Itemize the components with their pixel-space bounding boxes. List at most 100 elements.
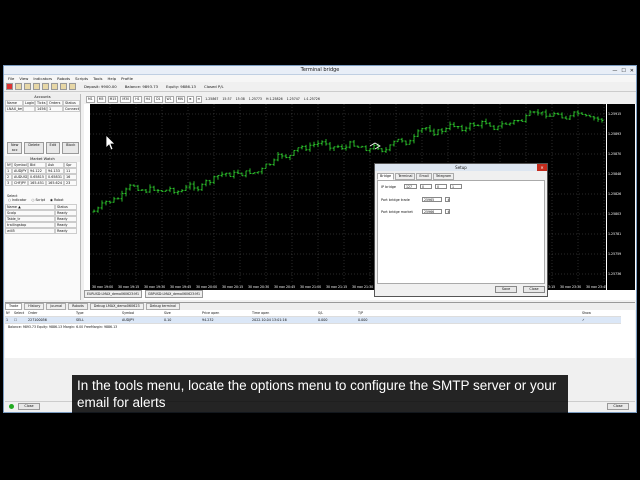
account-cell[interactable]: LNAX_test (5, 106, 23, 112)
account-cell[interactable] (23, 106, 35, 112)
ip-octet-3[interactable]: 0 (435, 184, 447, 189)
edit-account-button[interactable]: Edit (45, 142, 61, 154)
radio-robot[interactable]: ◉ Robot (50, 198, 64, 202)
new-account-button[interactable]: New acc (7, 142, 23, 154)
stop-icon[interactable] (6, 83, 13, 90)
order-cell[interactable]: 1 (5, 317, 13, 324)
order-show-checkbox[interactable]: ✓ (581, 317, 621, 324)
menu-indicators[interactable]: Indicators (33, 75, 52, 82)
settings-icon[interactable] (51, 83, 58, 90)
chart-tab-eurusd[interactable]: EURUSD:LMAX_demo060623:M1 (84, 290, 142, 298)
status-close-button[interactable]: Close (18, 403, 40, 410)
account-cell[interactable]: 1 (47, 106, 63, 112)
menu-robots[interactable]: Robots (57, 75, 70, 82)
play-icon[interactable] (60, 83, 67, 90)
timeframe-m5[interactable]: M5 (96, 95, 106, 103)
order-select-checkbox[interactable]: ☐ (13, 317, 27, 324)
order-cell[interactable] (541, 317, 581, 324)
tab-debug-lmax[interactable]: Debug LMAX_demo060623 (89, 303, 144, 310)
menu-scripts[interactable]: Scripts (75, 75, 88, 82)
order-cell[interactable] (507, 317, 541, 324)
close-window-button[interactable]: ✕ (630, 67, 634, 76)
account-cell[interactable]: Connect (63, 106, 80, 112)
delete-account-button[interactable]: Delete (24, 142, 44, 154)
menu-profile[interactable]: Profile (121, 75, 133, 82)
radio-script[interactable]: ○ Script (32, 198, 46, 202)
chart-icon[interactable] (24, 83, 31, 90)
robot-name[interactable]: will5 (5, 228, 55, 234)
market-cell[interactable]: 23 (64, 180, 77, 186)
ip-octet-2[interactable]: 0 (420, 184, 432, 189)
menu-view[interactable]: View (19, 75, 28, 82)
port-trade-spinner-icon[interactable]: ⇕ (445, 197, 450, 202)
chart-tab-gbpusd[interactable]: GBPUSD:LMAX_demo060623:M1 (145, 290, 204, 298)
price-axis: 1.25915 1.25893 1.25870 1.25848 1.25826 1.258… (607, 104, 635, 290)
order-cell[interactable]: 0.000 (357, 317, 507, 324)
account-cell[interactable]: 14563 (35, 106, 47, 112)
tab-robots[interactable]: Robots (68, 303, 88, 310)
title-bar: Terminal bridge — ☐ ✕ (4, 66, 636, 75)
dialog-title: Setup (455, 165, 467, 170)
maximize-button[interactable]: ☐ (621, 67, 625, 76)
order-cell[interactable]: SELL (75, 317, 121, 324)
market-cell[interactable]: 165.624 (46, 180, 64, 186)
tab-journal[interactable]: Journal (46, 303, 67, 310)
market-cell[interactable]: CHFJPY (12, 180, 28, 186)
menu-tools[interactable]: Tools (93, 75, 102, 82)
order-cell[interactable]: 2022.10.04 13:01:16 (251, 317, 317, 324)
timeframe-h4[interactable]: H4 (143, 95, 153, 103)
order-cell[interactable]: 94.232 (201, 317, 251, 324)
order-cell[interactable]: 0.10 (163, 317, 201, 324)
orders-table: Nº Select Order Type Symbol Size Price o… (5, 310, 635, 324)
script-icon[interactable] (42, 83, 49, 90)
block-account-button[interactable]: Block (62, 142, 80, 154)
status-close-button-right[interactable]: Close (607, 403, 629, 410)
col-header: Size (163, 310, 201, 317)
order-cell[interactable]: 0.000 (317, 317, 357, 324)
tab-terminal[interactable]: Terminal (395, 173, 416, 180)
timeframe-mn[interactable]: MN (175, 95, 185, 103)
col-header (541, 310, 581, 317)
terminal-tabs: Trade History Journal Robots Debug LMAX_… (5, 303, 635, 310)
dialog-save-button[interactable]: Save (495, 286, 517, 293)
port-trade-label: Port bridge trade (381, 197, 410, 202)
x-tick-label: 30 nov 20:15 (222, 285, 243, 289)
robot-icon[interactable] (33, 83, 40, 90)
robot-status: Ready (55, 228, 77, 234)
tab-history[interactable]: History (24, 303, 45, 310)
market-cell[interactable]: 3 (5, 180, 12, 186)
dialog-close-icon[interactable]: ✕ (537, 164, 547, 171)
order-cell[interactable]: AUDJPY (121, 317, 163, 324)
tab-debug-terminal[interactable]: Debug terminal (145, 303, 181, 310)
timeframe-h1[interactable]: H1 (133, 95, 142, 103)
x-tick-label: 30 nov 20:00 (196, 285, 217, 289)
tab-email[interactable]: Email (416, 173, 432, 180)
timeframe-w1[interactable]: W1 (164, 95, 174, 103)
timeframe-m30[interactable]: M30 (120, 95, 132, 103)
radio-indicator[interactable]: ○ Indicator (8, 198, 27, 202)
order-cell[interactable]: 227100056 (27, 317, 75, 324)
zoom-out-icon[interactable]: ⊖ (195, 95, 203, 103)
menu-help[interactable]: Help (108, 75, 117, 82)
y-tick-label: 1.25893 (608, 132, 622, 136)
ip-octet-4[interactable]: 1 (450, 184, 462, 189)
timeframe-m15[interactable]: M15 (107, 95, 119, 103)
dialog-close-button[interactable]: Close (523, 286, 545, 293)
minimize-button[interactable]: — (612, 67, 617, 76)
folder-icon[interactable] (15, 83, 22, 90)
col-header: Nº (5, 310, 13, 317)
tab-bridge[interactable]: Bridge (377, 173, 395, 180)
port-trade-input[interactable]: 25965 (422, 197, 442, 202)
ip-octet-1[interactable]: 127 (404, 184, 417, 189)
market-cell[interactable]: 165.451 (28, 180, 46, 186)
tab-telegram[interactable]: Telegram (432, 173, 455, 180)
zoom-in-icon[interactable]: ⊕ (186, 95, 194, 103)
port-market-input[interactable]: 25966 (422, 209, 442, 214)
tab-trade[interactable]: Trade (5, 303, 23, 310)
lock-icon[interactable] (69, 83, 76, 90)
port-market-spinner-icon[interactable]: ⇕ (445, 209, 450, 214)
menu-file[interactable]: File (8, 75, 14, 82)
timeframe-m1[interactable]: M1 (86, 95, 95, 103)
timeframe-d1[interactable]: D1 (154, 95, 163, 103)
ohlc-readout: 1.25773 (248, 96, 262, 101)
